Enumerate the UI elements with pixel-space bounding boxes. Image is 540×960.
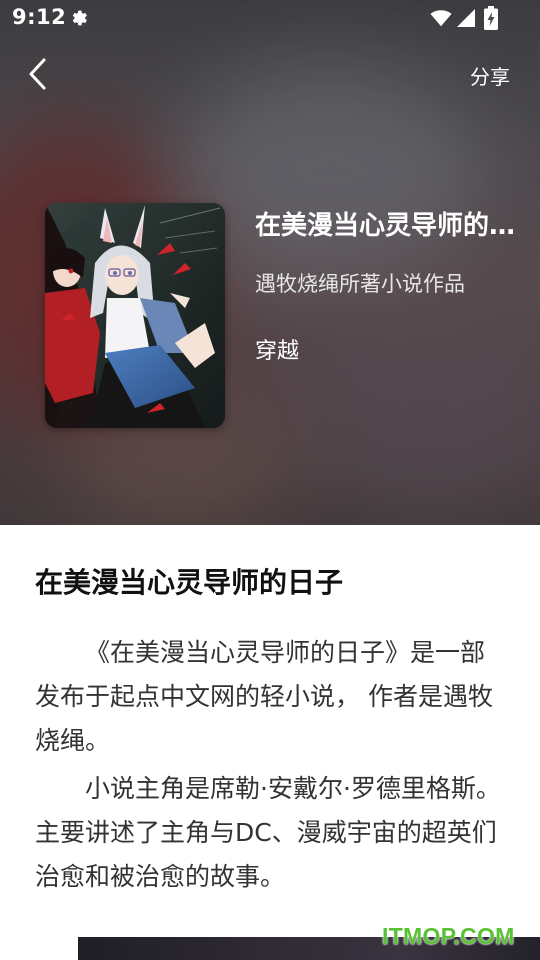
- settings-icon: [72, 10, 87, 26]
- description-paragraph: 《在美漫当心灵导师的日子》是一部发布于起点中文网的轻小说， 作者是遇牧烧绳。: [35, 638, 493, 755]
- status-bar: 9:12: [0, 0, 540, 36]
- share-button[interactable]: 分享: [470, 61, 510, 90]
- description-section: 在美漫当心灵导师的日子 《在美漫当心灵导师的日子》是一部发布于起点中文网的轻小说…: [0, 525, 540, 960]
- battery-charging-icon: [484, 6, 498, 30]
- cover-illustration: [45, 203, 225, 428]
- book-genre-tag[interactable]: 穿越: [255, 333, 299, 365]
- description-title: 在美漫当心灵导师的日子: [35, 566, 344, 599]
- back-button[interactable]: [22, 54, 58, 94]
- chevron-left-icon: [29, 58, 46, 90]
- book-cover-image: [45, 203, 225, 428]
- watermark-logo: ITMOP.COM: [382, 923, 515, 949]
- book-title: 在美漫当心灵导师的…: [255, 211, 516, 241]
- signal-icon: [457, 9, 475, 27]
- description-paragraph: 小说主角是席勒·安戴尔·罗德里格斯。 主要讲述了主角与DC、漫威宇宙的超英们治愈…: [35, 774, 501, 891]
- wifi-icon: [430, 10, 452, 27]
- book-author-line: 遇牧烧绳所著小说作品: [255, 272, 465, 296]
- status-time: 9:12: [12, 5, 67, 29]
